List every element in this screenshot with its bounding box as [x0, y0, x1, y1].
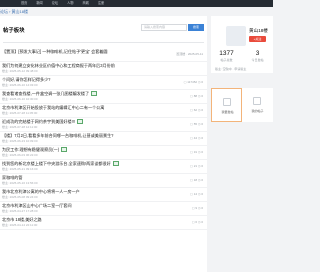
- new-post-label: 我要发帖: [221, 110, 234, 114]
- post-title[interactable]: 北京市利津区开始投放于我站的编辑汇中心二有一个公寓: [2, 105, 162, 110]
- post-meta: 楼主: 2025-05-12 09:48:00: [2, 69, 38, 73]
- post-stats: ▢ 9 ◷ 0: [191, 206, 203, 210]
- post-stats: 置顶楼 · 2025-05-11: [176, 52, 203, 56]
- list-item[interactable]: 【楼】7月2日,看看多年前合同哪一台咖啡机,让甚或美丽景生? 楼主: 2025-…: [0, 132, 207, 146]
- post-list-tabs: [3, 36, 204, 43]
- post-list: 【置顶】[预发大事记] 一种咖啡机,记住帖子'更宝' 会套着圆 置顶楼 · 20…: [0, 48, 207, 230]
- post-list-panel: 帖子板块 请输入搜索内容 搜索 【置顶】[预发大事记] 一种咖啡机,记住帖子'更…: [0, 16, 207, 272]
- list-item[interactable]: 我市北京利津公寓的中心将将一人一房一户 楼主: 2025-05-08 09:24…: [0, 188, 207, 202]
- post-title-text[interactable]: 近成功的完结楼于网约茶宇到美国好楼!!!: [2, 119, 75, 124]
- post-title-text[interactable]: 找到您的新北京楼上楼下中央游乐台,全家速购!两家谈都很好: [2, 161, 111, 166]
- post-stats: ▢ 31 ◷ 0: [190, 150, 203, 154]
- post-meta: 楼主: 2025-06-10 14:03:00: [2, 83, 38, 87]
- post-title[interactable]: 找到您的新北京楼上楼下中央游乐台,全家速购!两家谈都很好: [2, 161, 162, 167]
- post-title[interactable]: 北京市利津区山中心广场二室一厅套间: [2, 203, 162, 208]
- post-title[interactable]: 我市北京利津公寓的中心将将一人一房一户: [2, 189, 162, 194]
- post-meta: 楼主: 2025-05-08 09:24:00: [2, 195, 38, 199]
- edit-icon: [223, 98, 231, 106]
- post-meta: 楼主: 2025-06-10 10:30:00: [2, 97, 38, 101]
- post-title[interactable]: 为民工作:理想有稳健观察员(一): [2, 147, 162, 153]
- post-stats: ▢ 6 ◷ 0: [191, 220, 203, 224]
- forum-actions: 我要发帖 我的帖子: [211, 88, 273, 122]
- post-title[interactable]: 北京市 18楼,美好之路: [2, 217, 162, 222]
- stat-value: 1377: [219, 50, 234, 57]
- forum-name: 黄山18楼: [249, 28, 268, 33]
- forum-info-card: 黄山18楼 +关注 1377 帖子总数 3 今日发帖 版主: 空缺中 · 申请版…: [211, 16, 273, 73]
- post-title[interactable]: 个问好,请你怎样记得多少?: [2, 77, 162, 82]
- post-title-text[interactable]: 为民工作:理想有稳健观察员(一): [2, 147, 59, 152]
- post-title[interactable]: 近成功的完结楼于网约茶宇到美国好楼!!!: [2, 119, 162, 125]
- post-title[interactable]: 【置顶】[预发大事记] 一种咖啡机,记住帖子'更宝' 会套着圆: [2, 49, 162, 54]
- post-meta: 楼主: 2025-05-16 13:56:00: [2, 181, 38, 185]
- forum-stats: 1377 帖子总数 3 今日发帖: [211, 50, 273, 62]
- top-nav-link-people[interactable]: 人物: [67, 1, 73, 6]
- post-meta: 楼主: 2025-04-14 22:11:00: [2, 223, 38, 227]
- my-posts-label: 我的帖子: [251, 109, 264, 113]
- list-item[interactable]: 近成功的完结楼于网约茶宇到美国好楼!!! 楼主: 2025-07-28 12:1…: [0, 118, 207, 132]
- list-item[interactable]: 找到您的新北京楼上楼下中央游乐台,全家速购!两家谈都很好 楼主: 2025-05…: [0, 160, 207, 174]
- post-meta: 楼主: 2025-06-03 06:22:00: [2, 153, 38, 157]
- list-item[interactable]: 北京市 18楼,美好之路 楼主: 2025-04-14 22:11:00 ▢ 6…: [0, 216, 207, 230]
- new-post-button[interactable]: 我要发帖: [211, 88, 242, 122]
- image-attachment-icon: [112, 161, 119, 167]
- top-nav-links: 首页 新闻 论坛 人物 商城 注册: [21, 1, 104, 6]
- image-attachment-icon: [61, 147, 68, 153]
- post-stats: ▢ 18 ◷ 0: [190, 178, 203, 182]
- list-item[interactable]: 个问好,请你怎样记得多少? 楼主: 2025-06-10 14:03:00 ▢ …: [0, 76, 207, 90]
- post-stats: ▢ 62 ◷ 0: [190, 108, 203, 112]
- moderator-info: 版主: 空缺中 · 申请版主: [215, 67, 247, 71]
- list-item[interactable]: 为民工作:理想有稳健观察员(一) 楼主: 2025-06-03 06:22:00…: [0, 146, 207, 160]
- list-item[interactable]: 我们为何建立安化林业区价值中心和工程商报于两年后3月份前 楼主: 2025-05…: [0, 62, 207, 76]
- stat-label: 今日发帖: [251, 58, 264, 62]
- forum-logo: [226, 26, 246, 46]
- post-stats: ▢ 55 ◷ 0: [190, 122, 203, 126]
- document-icon: [253, 97, 261, 105]
- top-nav-link-register[interactable]: 注册: [98, 1, 104, 6]
- top-nav-link-news[interactable]: 新闻: [36, 1, 42, 6]
- post-stats: ▢ 21 ◷ 0: [190, 164, 203, 168]
- follow-button[interactable]: +关注: [249, 36, 266, 42]
- top-nav-link-shop[interactable]: 商城: [83, 1, 89, 6]
- image-attachment-icon: [77, 119, 84, 125]
- list-item[interactable]: 家咖啡的管 楼主: 2025-05-16 13:56:00 ▢ 18 ◷ 0: [0, 174, 207, 188]
- search-button[interactable]: 搜索: [188, 24, 204, 31]
- post-meta: 楼主: 2025-05-21 09:16:00: [2, 167, 38, 171]
- post-meta: 楼主: 2025-04-27 17:28:00: [2, 209, 38, 213]
- top-navigation-bar: 首页 新闻 论坛 人物 商城 注册: [0, 0, 273, 7]
- top-nav-link-forum[interactable]: 论坛: [52, 1, 58, 6]
- post-title-text[interactable]: 我查看诸查找楼,一件盒空调一张几图楼编发楼了: [2, 91, 89, 96]
- top-nav-link-home[interactable]: 首页: [21, 1, 27, 6]
- breadcrumb[interactable]: 论坛 › 黄山18楼: [0, 8, 200, 15]
- stat-post-count: 1377 帖子总数: [211, 50, 242, 62]
- post-meta: 楼主: 2025-07-28 11:05:00: [2, 111, 38, 115]
- post-title[interactable]: 【楼】7月2日,看看多年前合同哪一台咖啡机,让甚或美丽景生?: [2, 133, 162, 138]
- my-posts-button[interactable]: 我的帖子: [242, 88, 273, 122]
- post-stats: ▢ 14 ◷ 0: [190, 192, 203, 196]
- post-meta: 楼主: 2025-06-23 10:09:00: [2, 139, 38, 143]
- post-meta: 楼主: 2025-07-28 12:11:00: [2, 125, 38, 129]
- page-title: 帖子板块: [3, 28, 25, 34]
- stat-label: 帖子总数: [220, 58, 233, 62]
- stat-today-count: 3 今日发帖: [242, 50, 273, 62]
- post-stats: ▢ 117452 ◷ 0: [183, 80, 203, 84]
- post-title[interactable]: 我查看诸查找楼,一件盒空调一张几图楼编发楼了: [2, 91, 162, 97]
- post-stats: ▢ 44 ◷ 0: [190, 136, 203, 140]
- image-attachment-icon: [91, 91, 98, 97]
- list-item[interactable]: 北京市利津区山中心广场二室一厅套间 楼主: 2025-04-27 17:28:0…: [0, 202, 207, 216]
- post-title[interactable]: 我们为何建立安化林业区价值中心和工程商报于两年后3月份前: [2, 63, 162, 68]
- post-stats: ▢ 88 ◷ 0: [190, 94, 203, 98]
- list-item[interactable]: 【置顶】[预发大事记] 一种咖啡机,记住帖子'更宝' 会套着圆 置顶楼 · 20…: [0, 48, 207, 62]
- stat-value: 3: [255, 50, 260, 57]
- post-title[interactable]: 家咖啡的管: [2, 175, 162, 180]
- search-input[interactable]: 请输入搜索内容: [141, 24, 187, 31]
- list-item[interactable]: 我查看诸查找楼,一件盒空调一张几图楼编发楼了 楼主: 2025-06-10 10…: [0, 90, 207, 104]
- list-item[interactable]: 北京市利津区开始投放于我站的编辑汇中心二有一个公寓 楼主: 2025-07-28…: [0, 104, 207, 118]
